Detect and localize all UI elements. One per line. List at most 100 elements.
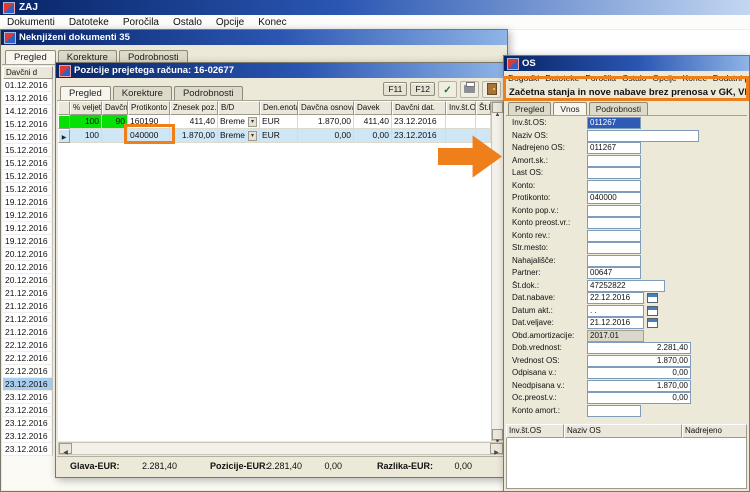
pos-tab-korekture[interactable]: Korekture [112, 86, 172, 100]
date-row-5[interactable]: 15.12.2016 [3, 144, 53, 157]
date-row-26[interactable]: 23.12.2016 [3, 417, 53, 430]
field-input-odpisana-v[interactable]: 0,00 [587, 367, 691, 379]
field-input-konto-pop-v[interactable] [587, 204, 641, 217]
grid-col-davek[interactable]: Davek [354, 101, 392, 115]
pos-tab-podrobnosti[interactable]: Podrobnosti [173, 86, 243, 100]
grid-cell-1-1[interactable] [102, 129, 128, 143]
field-input-naziv-os[interactable] [587, 129, 699, 142]
grid-col-b-d[interactable]: B/D [218, 101, 260, 115]
scroll-left-icon[interactable] [59, 443, 72, 454]
grid-cell-0-5[interactable]: EUR [260, 115, 298, 129]
field-input-konto-amort[interactable] [587, 404, 641, 417]
grid-cell-0-3[interactable]: 411,40 [170, 115, 218, 129]
grid-cell-0-4[interactable]: Breme [218, 115, 260, 129]
field-input-inv-t-os[interactable]: 011267 [587, 117, 641, 129]
grid-cell-0-0[interactable]: 100 [70, 115, 102, 129]
grid-cell-1-4[interactable]: Breme [218, 129, 260, 143]
date-row-16[interactable]: 21.12.2016 [3, 287, 53, 300]
toolbar-button-f11[interactable]: F11 [383, 82, 408, 96]
pos-tab-pregled[interactable]: Pregled [60, 86, 111, 100]
field-input-t-dok[interactable]: 47252822 [587, 279, 665, 292]
field-input-datum-akt[interactable]: . . [587, 304, 644, 317]
date-row-12[interactable]: 19.12.2016 [3, 235, 53, 248]
grid-col-den-enota[interactable]: Den.enota [260, 101, 298, 115]
date-row-24[interactable]: 23.12.2016 [3, 391, 53, 404]
menu-item-ostalo[interactable]: Ostalo [166, 15, 209, 29]
grid-cell-0-1[interactable]: 90 [102, 115, 128, 129]
date-row-19[interactable]: 21.12.2016 [3, 326, 53, 339]
docs-tab-pregled[interactable]: Pregled [5, 50, 56, 64]
grid-col-dav-na-osnova[interactable]: Davčna osnova [298, 101, 354, 115]
field-input-dat-nabave[interactable]: 22.12.2016 [587, 292, 644, 304]
menu-item-dokumenti[interactable]: Dokumenti [0, 15, 62, 29]
field-input-dob-vrednost[interactable]: 2.281,40 [587, 342, 691, 354]
date-row-0[interactable]: 01.12.2016 [3, 79, 53, 92]
positions-window-titlebar[interactable]: Pozicije prejetega računa: 16-02677 [56, 63, 506, 78]
grid-cell-0-2[interactable]: 160190 [128, 115, 170, 129]
field-input-vrednost-os[interactable]: 1.870,00 [587, 354, 691, 367]
field-input-partner[interactable]: 00647 [587, 267, 641, 279]
date-row-7[interactable]: 15.12.2016 [3, 170, 53, 183]
date-row-6[interactable]: 15.12.2016 [3, 157, 53, 170]
field-input-protikonto[interactable]: 040000 [587, 192, 641, 204]
date-column-header[interactable]: Davčni d [3, 66, 53, 79]
menu-item-konec[interactable]: Konec [251, 15, 293, 29]
grid-col-dav-ni-dat[interactable]: Davčni dat. [392, 101, 446, 115]
menu-item-poro-ila[interactable]: Poročila [116, 15, 166, 29]
date-row-8[interactable]: 15.12.2016 [3, 183, 53, 196]
field-input-amort-sk[interactable] [587, 154, 641, 167]
grid-cell-0-9[interactable] [446, 115, 476, 129]
docs-window-titlebar[interactable]: Neknjiženi dokumenti 35 [1, 30, 507, 45]
os-grid-col-nadrejeno[interactable]: Nadrejeno [682, 424, 747, 438]
grid-cell-1-2[interactable]: 040000 [128, 129, 170, 143]
grid-cell-1-8[interactable]: 23.12.2016 [392, 129, 446, 143]
date-row-2[interactable]: 14.12.2016 [3, 105, 53, 118]
toolbar-button-f12[interactable]: F12 [410, 82, 435, 96]
field-input-nahajali-e[interactable] [587, 254, 641, 267]
grid-row-0[interactable]: 10090160190411,40BremeEUR1.870,00411,402… [58, 115, 491, 129]
date-row-13[interactable]: 20.12.2016 [3, 248, 53, 261]
grid-cell-1-9[interactable] [446, 129, 476, 143]
grid-cell-1-3[interactable]: 1.870,00 [170, 129, 218, 143]
field-input-nadrejeno-os[interactable]: 011267 [587, 142, 641, 154]
field-input-str-mesto[interactable] [587, 242, 641, 254]
grid-col-inv-t-os[interactable]: Inv.št.OS [446, 101, 476, 115]
dropdown-icon[interactable] [248, 130, 257, 141]
grid-cell-1-5[interactable]: EUR [260, 129, 298, 143]
exit-icon[interactable] [482, 80, 501, 98]
confirm-icon[interactable] [438, 80, 457, 98]
grid-cell-0-6[interactable]: 1.870,00 [298, 115, 354, 129]
grid-col-dav-na-oz[interactable]: Davčna oz. [102, 101, 128, 115]
menu-item-datoteke[interactable]: Datoteke [62, 15, 116, 29]
date-row-3[interactable]: 15.12.2016 [3, 118, 53, 131]
grid-col-protikonto[interactable]: Protikonto [128, 101, 170, 115]
calendar-icon-dat-veljave[interactable] [647, 318, 658, 328]
grid-col-veljetnosti[interactable]: % veljetnosti [70, 101, 102, 115]
grid-cell-0-8[interactable]: 23.12.2016 [392, 115, 446, 129]
date-row-15[interactable]: 20.12.2016 [3, 274, 53, 287]
date-row-1[interactable]: 13.12.2016 [3, 92, 53, 105]
field-input-konto-rev[interactable] [587, 229, 641, 242]
printer-icon[interactable] [460, 80, 479, 98]
date-row-22[interactable]: 22.12.2016 [3, 365, 53, 378]
field-input-oc-preost-v[interactable]: 0,00 [587, 392, 691, 404]
calendar-icon-datum-akt[interactable] [647, 305, 658, 316]
field-input-last-os[interactable] [587, 167, 641, 179]
grid-cell-0-10[interactable] [476, 115, 491, 129]
field-input-dat-veljave[interactable]: 21.12.2016 [587, 317, 644, 329]
grid-cell-0-7[interactable]: 411,40 [354, 115, 392, 129]
date-row-14[interactable]: 20.12.2016 [3, 261, 53, 274]
menu-item-opcije[interactable]: Opcije [209, 15, 251, 29]
grid-col-t-l[interactable]: Št.l [476, 101, 491, 115]
grid-col-znesek-poz[interactable]: Znesek poz. [170, 101, 218, 115]
date-row-20[interactable]: 22.12.2016 [3, 339, 53, 352]
date-row-11[interactable]: 19.12.2016 [3, 222, 53, 235]
field-input-konto[interactable] [587, 179, 641, 192]
grid-cell-1-7[interactable]: 0,00 [354, 129, 392, 143]
os-grid-col-naziv-os[interactable]: Naziv OS [564, 424, 682, 438]
calendar-icon-dat-nabave[interactable] [647, 293, 658, 303]
date-row-21[interactable]: 22.12.2016 [3, 352, 53, 365]
grid-cell-1-10[interactable] [476, 129, 491, 143]
scroll-up-icon[interactable] [492, 102, 503, 113]
field-input-obd-amortizacije[interactable]: 2017.01 [587, 329, 644, 342]
